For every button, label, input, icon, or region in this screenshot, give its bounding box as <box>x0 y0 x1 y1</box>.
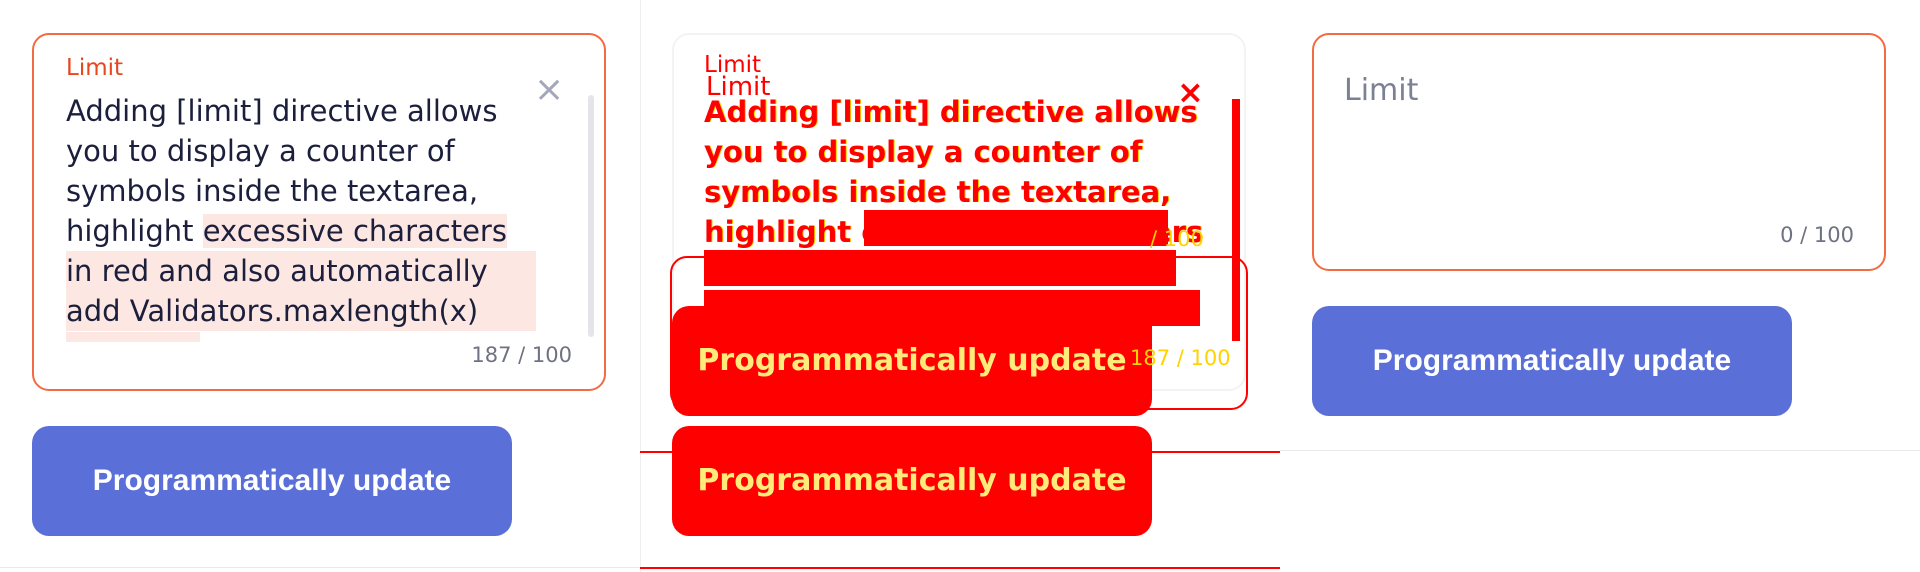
char-counter: 0 / 100 <box>1780 223 1854 247</box>
textarea-scrollbar[interactable] <box>1232 99 1240 341</box>
card-empty: Limit 0 / 100 Programmatically update <box>1280 0 1920 572</box>
excess-highlight: in red and also automatically <box>66 251 536 291</box>
programmatic-update-button[interactable]: Programmatically update <box>1312 306 1792 416</box>
textarea-scrollbar[interactable] <box>588 95 594 337</box>
textarea-placeholder: Limit <box>1344 73 1419 108</box>
excess-highlight-tail <box>66 332 200 342</box>
char-counter-ghost: / 100 <box>1150 227 1204 251</box>
close-icon[interactable]: × <box>534 72 564 108</box>
card-default: Limit Adding [limit] directive allows yo… <box>0 0 640 572</box>
card-divider <box>0 567 640 568</box>
textarea-value[interactable]: Adding [limit] directive allows you to d… <box>66 91 536 331</box>
char-counter: 187 / 100 <box>1130 346 1231 370</box>
glitch-line <box>640 451 1280 453</box>
card-divider <box>1280 450 1920 451</box>
programmatic-update-button[interactable]: Programmatically update <box>672 426 1152 536</box>
field-label: Limit <box>66 55 124 81</box>
glitch-line <box>640 567 1280 569</box>
programmatic-update-button-ghost[interactable]: Programmatically update <box>672 306 1152 416</box>
textarea-limit-field-empty[interactable]: Limit 0 / 100 <box>1312 33 1886 271</box>
programmatic-update-button[interactable]: Programmatically update <box>32 426 512 536</box>
close-icon[interactable]: × <box>1177 73 1204 111</box>
excess-highlight: excessive characters <box>202 214 507 248</box>
textarea-limit-field[interactable]: Limit Adding [limit] directive allows yo… <box>32 33 606 391</box>
glitch-block <box>864 210 1168 246</box>
excess-highlight: add Validators.maxlength(x) <box>66 291 536 331</box>
char-counter: 187 / 100 <box>471 343 572 367</box>
